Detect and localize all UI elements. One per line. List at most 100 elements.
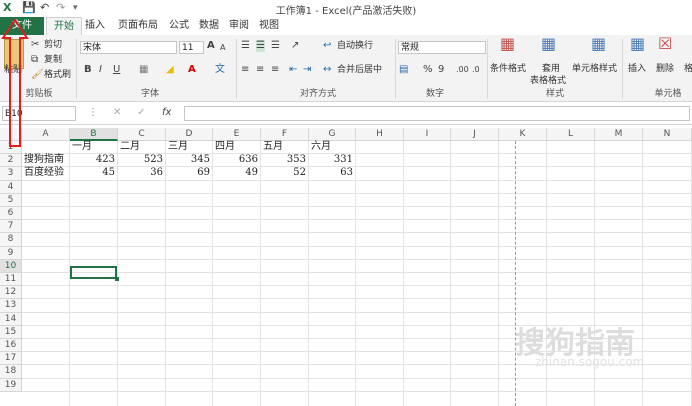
row-header-3[interactable]: 3 — [0, 167, 22, 181]
row-header-6[interactable]: 6 — [0, 207, 22, 221]
format-cells-button[interactable]: 格 — [684, 63, 692, 75]
phonetic-icon[interactable]: 文 — [215, 64, 225, 76]
cut-icon[interactable]: ✂ — [31, 39, 39, 51]
comma-button[interactable]: 9 — [438, 64, 444, 76]
tab-home[interactable]: 开始 — [46, 17, 82, 35]
enter-icon[interactable]: ✓ — [137, 107, 145, 119]
row-header-15[interactable]: 15 — [0, 325, 22, 339]
formula-input[interactable] — [184, 106, 690, 121]
insert-cells-icon[interactable]: ▦ — [630, 36, 645, 52]
wrap-text-button[interactable]: 自动换行 — [337, 40, 373, 52]
format-painter-icon[interactable]: 🖌 — [31, 69, 44, 81]
insert-function-button[interactable]: fx — [162, 107, 171, 119]
selected-cell[interactable] — [70, 265, 117, 279]
font-color-icon[interactable]: A — [188, 64, 196, 76]
cell-g3[interactable]: 63 — [311, 167, 353, 179]
cell-d2[interactable]: 345 — [168, 154, 210, 166]
cell-f2[interactable]: 353 — [263, 154, 306, 166]
row-header-7[interactable]: 7 — [0, 220, 22, 234]
row-header-19[interactable]: 19 — [0, 378, 22, 392]
cell-g1[interactable]: 六月 — [311, 141, 353, 153]
tab-data[interactable]: 数据 — [196, 17, 222, 35]
conditional-format-button[interactable]: 条件格式 — [490, 63, 526, 75]
font-size-select[interactable]: 11 — [179, 41, 204, 54]
italic-button[interactable]: I — [99, 64, 102, 76]
tab-insert[interactable]: 插入 — [82, 17, 108, 35]
delete-cells-button[interactable]: 删除 — [656, 63, 674, 75]
copy-icon[interactable]: ⧉ — [31, 54, 38, 66]
increase-indent-icon[interactable]: ⇥ — [303, 64, 311, 76]
cell-a2[interactable]: 搜狗指南 — [24, 154, 67, 166]
fill-color-icon[interactable]: ◢ — [166, 64, 174, 76]
underline-button[interactable]: U — [113, 64, 120, 76]
cell-e2[interactable]: 636 — [215, 154, 258, 166]
column-header-e[interactable]: E — [213, 128, 261, 141]
accounting-format-icon[interactable]: ▤ — [399, 64, 408, 76]
cancel-icon[interactable]: ✕ — [113, 107, 121, 119]
column-header-j[interactable]: J — [451, 128, 499, 141]
column-header-i[interactable]: I — [404, 128, 451, 141]
wrap-text-icon[interactable]: ↩ — [323, 40, 331, 52]
row-header-17[interactable]: 17 — [0, 352, 22, 366]
row-header-9[interactable]: 9 — [0, 246, 22, 260]
column-header-d[interactable]: D — [166, 128, 213, 141]
row-header-2[interactable]: 2 — [0, 154, 22, 168]
tab-page-layout[interactable]: 页面布局 — [112, 17, 164, 35]
row-header-13[interactable]: 13 — [0, 299, 22, 313]
insert-cells-button[interactable]: 插入 — [628, 63, 646, 75]
cell-c3[interactable]: 36 — [120, 167, 163, 179]
align-bottom-icon[interactable]: ☰ — [271, 40, 280, 52]
align-middle-icon[interactable]: ☰ — [256, 40, 265, 52]
column-header-k[interactable]: K — [499, 128, 547, 141]
cell-f1[interactable]: 五月 — [263, 141, 306, 153]
conditional-format-icon[interactable]: ▦ — [500, 36, 515, 52]
increase-decimal-icon[interactable]: .00 — [456, 64, 469, 76]
grow-font-icon[interactable]: A — [207, 40, 215, 52]
column-header-c[interactable]: C — [118, 128, 166, 141]
number-format-select[interactable]: 常规 — [398, 41, 486, 54]
tab-formulas[interactable]: 公式 — [166, 17, 192, 35]
row-header-18[interactable]: 18 — [0, 365, 22, 379]
align-center-icon[interactable]: ≡ — [256, 64, 264, 76]
borders-icon[interactable]: ▦ — [139, 64, 148, 76]
column-header-f[interactable]: F — [261, 128, 309, 141]
decrease-decimal-icon[interactable]: .0 — [472, 64, 480, 76]
cell-styles-button[interactable]: 单元格样式 — [572, 63, 617, 75]
cell-b2[interactable]: 423 — [72, 154, 115, 166]
bold-button[interactable]: B — [84, 64, 92, 76]
column-header-b[interactable]: B — [70, 128, 118, 141]
cell-g2[interactable]: 331 — [311, 154, 353, 166]
percent-button[interactable]: % — [423, 64, 433, 76]
tab-view[interactable]: 视图 — [256, 17, 282, 35]
orientation-icon[interactable]: ↗ — [291, 40, 299, 52]
tab-review[interactable]: 审阅 — [226, 17, 252, 35]
cell-d3[interactable]: 69 — [168, 167, 210, 179]
row-header-16[interactable]: 16 — [0, 339, 22, 353]
column-header-l[interactable]: L — [547, 128, 595, 141]
column-header-g[interactable]: G — [309, 128, 356, 141]
format-painter-button[interactable]: 格式刷 — [44, 69, 71, 81]
row-header-14[interactable]: 14 — [0, 312, 22, 326]
cell-c1[interactable]: 二月 — [120, 141, 163, 153]
cut-button[interactable]: 剪切 — [44, 39, 62, 51]
cell-d1[interactable]: 三月 — [168, 141, 210, 153]
align-right-icon[interactable]: ≡ — [271, 64, 279, 76]
decrease-indent-icon[interactable]: ⇤ — [289, 64, 297, 76]
cell-b1[interactable]: 一月 — [72, 141, 115, 153]
row-header-4[interactable]: 4 — [0, 180, 22, 194]
cell-e1[interactable]: 四月 — [215, 141, 258, 153]
row-header-8[interactable]: 8 — [0, 233, 22, 247]
delete-cells-icon[interactable]: ☒ — [658, 36, 672, 52]
merge-center-button[interactable]: 合并后居中 — [337, 64, 382, 76]
merge-center-icon[interactable]: ↔ — [323, 64, 331, 76]
align-top-icon[interactable]: ☰ — [241, 40, 250, 52]
cell-c2[interactable]: 523 — [120, 154, 163, 166]
fill-handle[interactable] — [115, 277, 119, 281]
cell-styles-icon[interactable]: ▦ — [591, 36, 606, 52]
row-header-5[interactable]: 5 — [0, 193, 22, 207]
column-header-m[interactable]: M — [595, 128, 643, 141]
copy-button[interactable]: 复制 — [44, 54, 62, 66]
column-header-n[interactable]: N — [643, 128, 692, 141]
format-as-table-icon[interactable]: ▦ — [541, 36, 556, 52]
row-header-10[interactable]: 10 — [0, 259, 22, 273]
